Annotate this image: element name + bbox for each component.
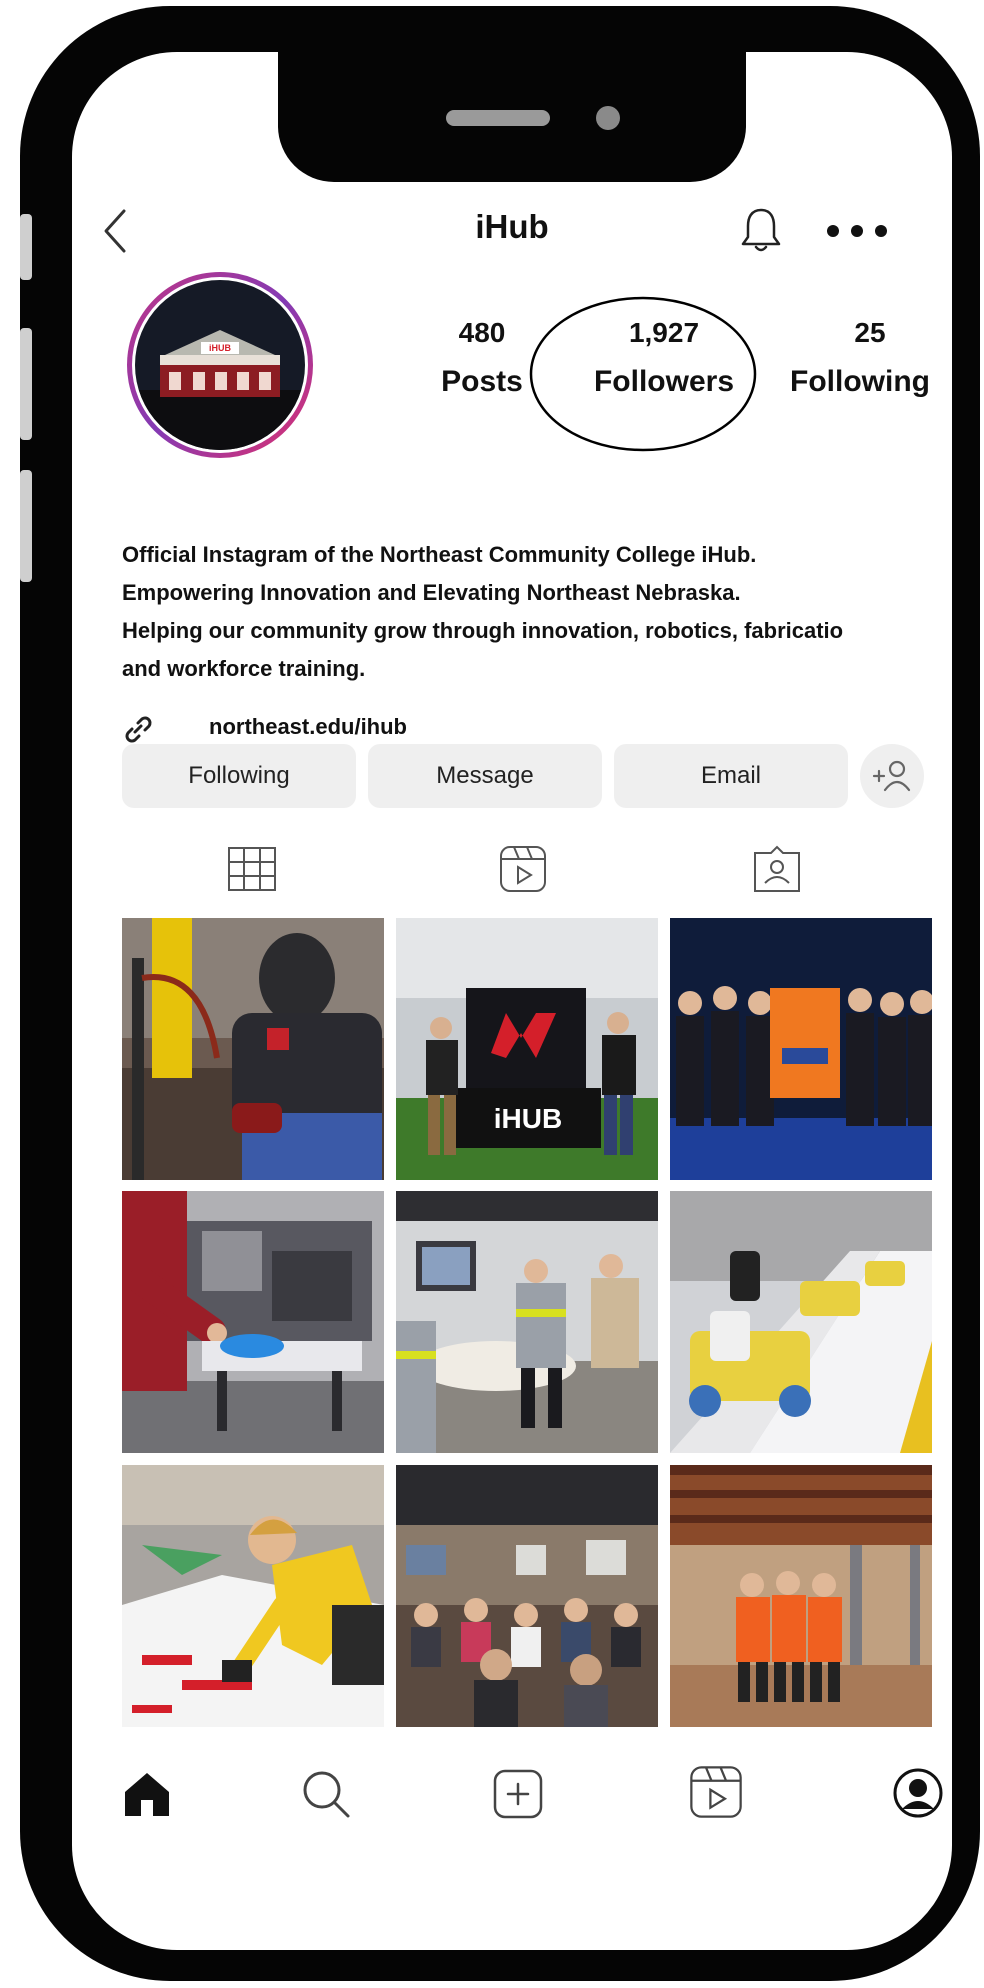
post-thumbnail[interactable] [122,1191,384,1453]
post-thumbnail[interactable] [396,1465,658,1727]
reels-nav-icon[interactable] [688,1764,744,1820]
post-image-seminar [396,1465,658,1727]
bio-line: Empowering Innovation and Elevating Nort… [122,580,741,605]
post-thumbnail[interactable]: iHUB [396,918,658,1180]
volume-up-button [20,328,32,440]
avatar-logo-text: iHUB [209,343,231,353]
add-person-icon [872,760,911,792]
add-person-button[interactable] [860,744,924,808]
avatar[interactable]: iHUB [127,272,313,458]
phone-frame: iHub iHUB 480 Posts 1,927 Followers 25 F… [20,6,980,1981]
tagged-icon[interactable] [752,844,802,894]
create-icon[interactable] [492,1768,544,1820]
booth-logo-text: iHUB [494,1103,562,1134]
post-image-booth: iHUB [396,918,658,1180]
post-image-robot-cars [670,1191,932,1453]
front-camera [596,106,620,130]
following-button[interactable]: Following [122,744,356,808]
email-button[interactable]: Email [614,744,848,808]
link-icon [125,716,152,743]
post-image-team [670,918,932,1180]
bio-line: Helping our community grow through innov… [122,618,844,643]
mute-switch [20,214,32,280]
post-thumbnail[interactable] [670,918,932,1180]
notch [278,52,746,182]
avatar-image: iHUB [135,280,305,450]
post-image-welding [122,918,384,1180]
more-icon[interactable] [824,220,890,242]
message-button[interactable]: Message [368,744,602,808]
phone-screen: iHub iHUB 480 Posts 1,927 Followers 25 F… [72,52,952,1950]
post-image-robotics-lab [122,1191,384,1453]
reels-icon[interactable] [498,844,548,894]
post-thumbnail[interactable] [122,918,384,1180]
post-thumbnail[interactable] [396,1191,658,1453]
profile-link[interactable]: northeast.edu/ihub [209,714,407,740]
profile-bio: Official Instagram of the Northeast Comm… [122,536,952,688]
bell-icon[interactable] [739,205,783,255]
post-image-workshop [396,1191,658,1453]
bio-line: and workforce training. [122,656,366,681]
grid-icon[interactable] [227,846,277,892]
volume-down-button [20,470,32,582]
bio-line: Official Instagram of the Northeast Comm… [122,542,757,567]
following-label[interactable]: Following [760,365,952,399]
home-icon[interactable] [122,1770,172,1818]
followers-highlight-circle [529,296,757,452]
post-image-kid-robot [122,1465,384,1727]
post-thumbnail[interactable] [670,1465,932,1727]
post-image-tour [670,1465,932,1727]
profile-icon[interactable] [892,1767,944,1819]
speaker [446,110,550,126]
search-icon[interactable] [300,1768,352,1820]
page-title: iHub [475,208,549,245]
post-thumbnail[interactable] [670,1191,932,1453]
post-thumbnail[interactable] [122,1465,384,1727]
following-count: 25 [854,317,886,348]
